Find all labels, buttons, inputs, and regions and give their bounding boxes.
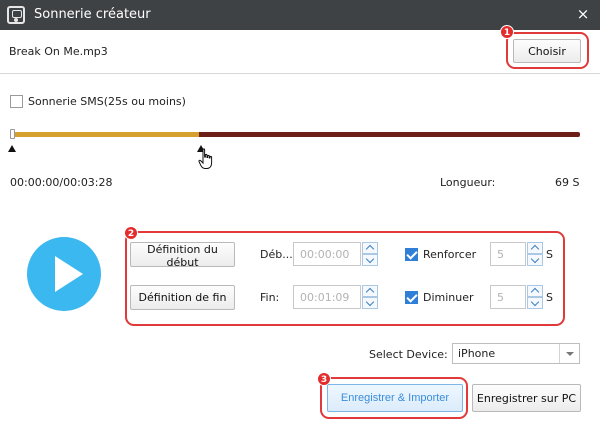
save-pc-button[interactable]: Enregistrer sur PC: [472, 384, 581, 412]
fade-in-unit: S: [546, 248, 553, 261]
fade-out-unit: S: [546, 291, 553, 304]
start-time-field[interactable]: [293, 242, 361, 266]
start-up-icon[interactable]: [362, 242, 378, 254]
fade-in-field[interactable]: [490, 242, 526, 266]
end-up-icon[interactable]: [362, 285, 378, 297]
fade-out-label: Diminuer: [423, 291, 474, 304]
length-value: 69 S: [555, 176, 580, 189]
start-time-stepper[interactable]: [362, 242, 378, 266]
end-down-icon[interactable]: [362, 297, 378, 309]
fade-out-down-icon[interactable]: [527, 297, 543, 309]
fade-in-up-icon[interactable]: [527, 242, 543, 254]
fade-out-field[interactable]: [490, 285, 526, 309]
music-player-icon: [7, 6, 25, 24]
sms-label: Sonnerie SMS(25s ou moins): [28, 95, 186, 108]
close-icon[interactable]: ×: [574, 5, 592, 23]
timeline-start-handle[interactable]: [10, 129, 15, 139]
fade-in-stepper[interactable]: [527, 242, 543, 266]
device-select[interactable]: iPhone: [452, 343, 580, 364]
time-display: 00:00:00/00:03:28: [10, 176, 113, 189]
end-time-field[interactable]: [293, 285, 361, 309]
timeline-selection: [12, 132, 200, 137]
timeline-track[interactable]: [12, 132, 580, 137]
end-time-stepper[interactable]: [362, 285, 378, 309]
fade-out-checkbox[interactable]: [405, 291, 418, 304]
hand-cursor-icon: [198, 148, 213, 169]
sms-checkbox[interactable]: [10, 95, 23, 108]
badge-2: 2: [124, 226, 138, 240]
choose-button[interactable]: Choisir: [513, 39, 581, 63]
window-title: Sonnerie créateur: [34, 7, 151, 22]
fade-in-label: Renforcer: [423, 248, 477, 261]
file-name: Break On Me.mp3: [9, 45, 108, 58]
start-label: Déb...: [260, 248, 293, 261]
chevron-down-icon[interactable]: [559, 344, 579, 363]
save-import-button[interactable]: Enregistrer & Importer: [327, 384, 463, 412]
set-end-button[interactable]: Définition de fin: [130, 285, 235, 310]
fade-in-down-icon[interactable]: [527, 254, 543, 266]
start-marker-icon[interactable]: [8, 145, 16, 152]
play-icon[interactable]: [27, 237, 101, 311]
end-label: Fin:: [260, 291, 280, 304]
badge-1: 1: [500, 25, 514, 39]
start-down-icon[interactable]: [362, 254, 378, 266]
device-selected: iPhone: [458, 347, 496, 360]
set-start-button[interactable]: Définition du début: [130, 242, 235, 269]
fade-out-stepper[interactable]: [527, 285, 543, 309]
fade-out-up-icon[interactable]: [527, 285, 543, 297]
device-label: Select Device:: [369, 348, 448, 361]
length-label: Longueur:: [440, 176, 496, 189]
fade-in-checkbox[interactable]: [405, 248, 418, 261]
